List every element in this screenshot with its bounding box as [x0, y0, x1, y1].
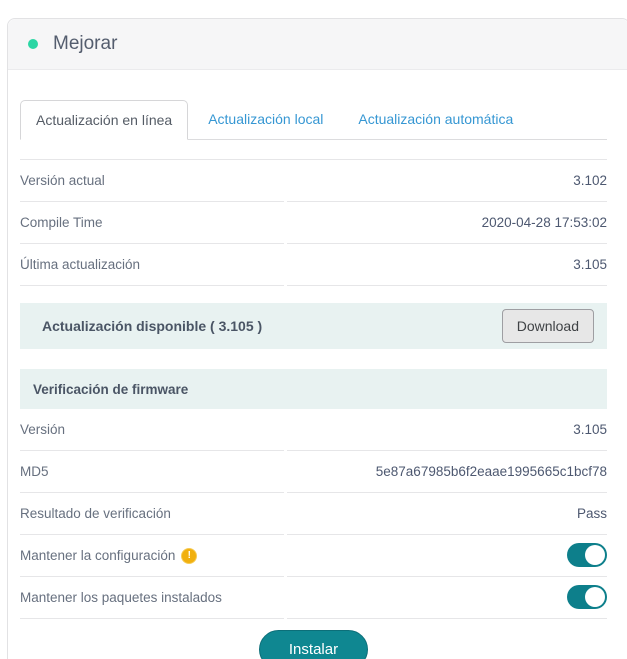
update-available-label: Actualización disponible ( 3.105 ) — [42, 318, 262, 334]
status-dot-icon — [28, 39, 38, 49]
spacer — [20, 349, 607, 369]
panel-body: Actualización en línea Actualización loc… — [8, 70, 627, 659]
toggle-knob — [585, 545, 605, 565]
table-row-keep-configuration: Mantener la configuración ! — [20, 535, 607, 577]
row-value: 3.105 — [287, 244, 607, 286]
row-label: Mantener la configuración — [20, 548, 175, 563]
tab-local-update[interactable]: Actualización local — [193, 100, 338, 140]
row-value: 2020-04-28 17:53:02 — [287, 202, 607, 244]
table-row-latest-update: Última actualización 3.105 — [20, 244, 607, 286]
toggle-knob — [585, 587, 605, 607]
warning-icon: ! — [182, 549, 196, 563]
table-row-md5: MD5 5e87a67985b6f2eaae1995665c1bcf78 — [20, 451, 607, 493]
row-value: 5e87a67985b6f2eaae1995665c1bcf78 — [287, 451, 607, 493]
tab-auto-update[interactable]: Actualización automática — [343, 100, 528, 140]
row-label: Compile Time — [20, 202, 284, 244]
row-label: Mantener los paquetes instalados — [20, 590, 222, 605]
table-row-keep-packages: Mantener los paquetes instalados — [20, 577, 607, 619]
row-label: Última actualización — [20, 244, 284, 286]
table-row-version: Versión 3.105 — [20, 409, 607, 451]
tab-online-update[interactable]: Actualización en línea — [20, 100, 188, 140]
firmware-verification-header: Verificación de firmware — [20, 369, 607, 409]
row-value: Pass — [287, 493, 607, 535]
download-button[interactable]: Download — [502, 309, 594, 343]
update-available-banner: Actualización disponible ( 3.105 ) Downl… — [20, 303, 607, 349]
row-label: MD5 — [20, 451, 284, 493]
tab-bar: Actualización en línea Actualización loc… — [20, 100, 607, 140]
update-info-table: Versión actual 3.102 Compile Time 2020-0… — [20, 159, 607, 619]
spacer — [20, 286, 607, 303]
page-title: Mejorar — [53, 33, 117, 55]
row-value: 3.105 — [287, 409, 607, 451]
keep-packages-toggle[interactable] — [567, 585, 607, 609]
table-row-current-version: Versión actual 3.102 — [20, 160, 607, 202]
row-label: Versión actual — [20, 160, 284, 202]
row-label: Resultado de verificación — [20, 493, 284, 535]
keep-configuration-toggle[interactable] — [567, 543, 607, 567]
panel-header: Mejorar — [8, 19, 627, 70]
install-button[interactable]: Instalar — [259, 630, 368, 659]
footer: Instalar — [20, 619, 607, 659]
row-value: 3.102 — [287, 160, 607, 202]
table-row-verification-result: Resultado de verificación Pass — [20, 493, 607, 535]
table-row-compile-time: Compile Time 2020-04-28 17:53:02 — [20, 202, 607, 244]
upgrade-panel: Mejorar Actualización en línea Actualiza… — [7, 18, 627, 659]
row-label: Versión — [20, 409, 284, 451]
